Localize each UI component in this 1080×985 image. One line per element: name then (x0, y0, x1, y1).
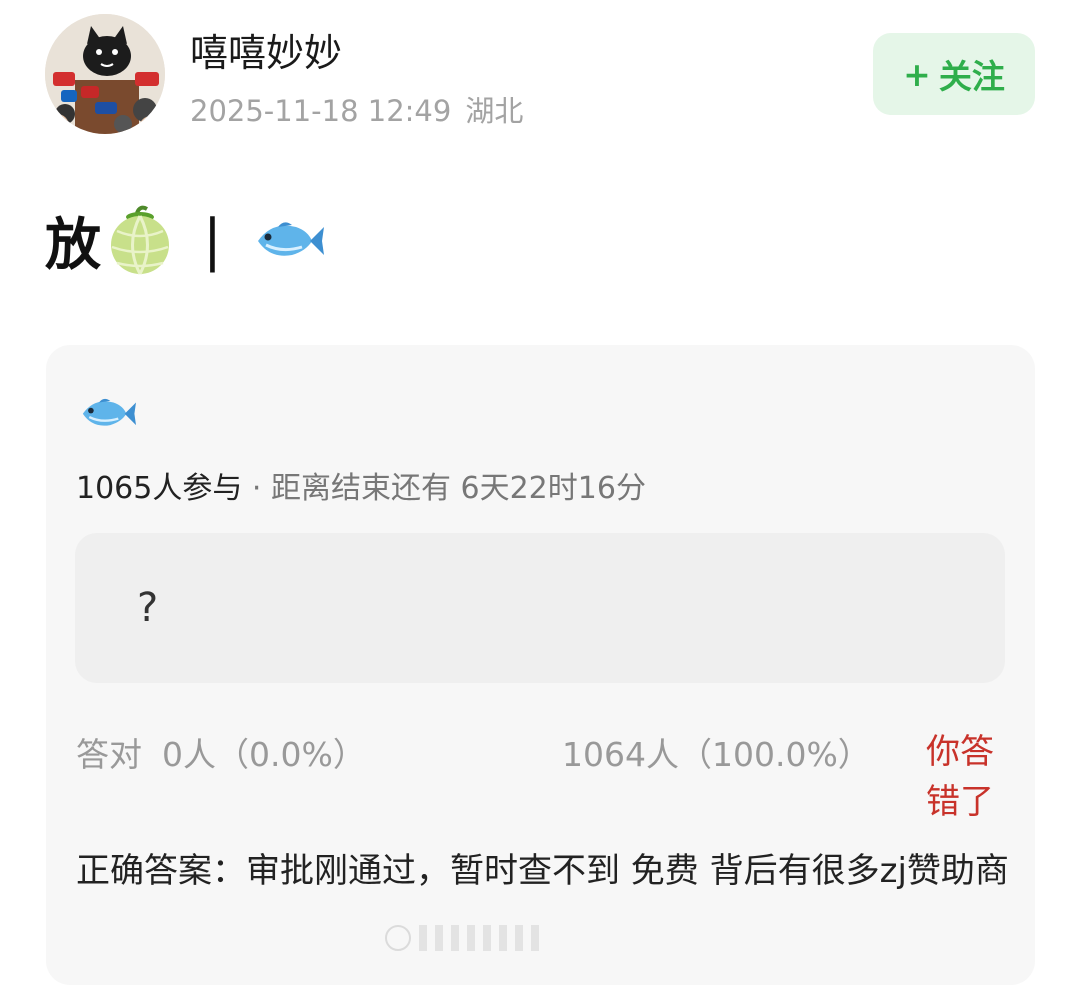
avatar-image (45, 14, 165, 134)
fish-emoji-icon (78, 393, 136, 437)
participant-count: 1065人参与 (76, 471, 243, 506)
wrong-stat: 1064人（100.0%） (562, 735, 871, 774)
plus-icon: + (903, 54, 931, 94)
correct-count: 0人（0.0%） (162, 735, 366, 774)
correct-label: 答对 (76, 735, 142, 774)
correct-answer-text: 正确答案：审批刚通过，暂时查不到 免费 背后有很多zj赞助商 (76, 851, 1009, 891)
quiz-question-box[interactable]: ? (75, 533, 1005, 683)
quiz-card[interactable]: 1065人参与 · 距离结束还有 6天22时16分 ? 答对 0人（0.0%） 1… (46, 345, 1035, 985)
wrong-answer-label: 你答错了 (926, 732, 994, 822)
post-timestamp: 2025-11-18 12:49 (190, 94, 452, 128)
avatar[interactable] (45, 14, 165, 134)
quiz-question-text: ? (137, 585, 159, 631)
post-title: 放 | (45, 200, 324, 280)
fish-emoji-icon (252, 217, 324, 263)
title-divider: | (203, 207, 222, 273)
post-location: 湖北 (465, 94, 524, 128)
watermark (385, 918, 695, 958)
quiz-participants: 1065人参与 · 距离结束还有 6天22时16分 (76, 463, 646, 507)
follow-label: 关注 (938, 57, 1005, 96)
follow-button[interactable]: + 关注 (873, 33, 1035, 115)
time-remaining: 距离结束还有 6天22时16分 (270, 471, 646, 506)
melon-emoji-icon (107, 205, 173, 275)
separator: · (242, 471, 271, 506)
correct-stat: 答对 0人（0.0%） (76, 728, 366, 776)
post-meta: 2025-11-18 12:49 湖北 (190, 88, 523, 130)
username[interactable]: 嘻嘻妙妙 (190, 22, 342, 77)
post-title-text: 放 (45, 212, 101, 278)
